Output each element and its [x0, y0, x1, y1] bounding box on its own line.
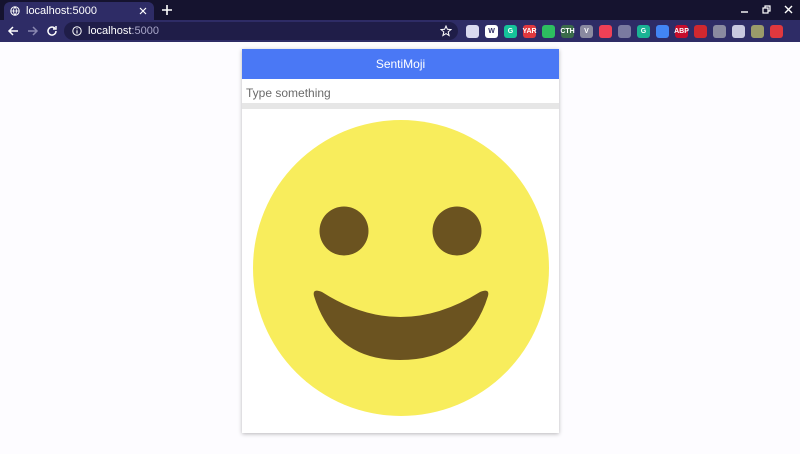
url-host: localhost	[88, 25, 132, 37]
circle-ext-icon[interactable]	[466, 24, 479, 38]
forward-button[interactable]	[26, 24, 40, 38]
new-tab-button[interactable]	[160, 3, 174, 17]
v-ext-icon[interactable]: V	[580, 24, 593, 38]
plus-icon	[162, 5, 172, 15]
reload-icon	[47, 26, 57, 36]
close-icon	[784, 5, 792, 13]
puzzle-ext-icon[interactable]	[732, 24, 745, 38]
tab-strip: localhost:5000	[0, 0, 800, 20]
globe-icon	[10, 6, 20, 16]
bookmark-star-icon[interactable]	[440, 25, 452, 37]
abp-ext-icon[interactable]: ABP	[674, 24, 689, 38]
minimize-button[interactable]	[738, 3, 750, 15]
extensions-area: W G YAR CTH V G ABP	[466, 23, 783, 39]
tab-close-icon[interactable]	[138, 6, 148, 16]
restore-icon	[761, 4, 771, 14]
w-ext-icon[interactable]: W	[485, 24, 498, 38]
cast-ext-icon[interactable]	[618, 24, 631, 38]
info-icon[interactable]	[72, 26, 82, 36]
yar-ext-icon[interactable]: YAR	[522, 24, 537, 38]
browser-toolbar: localhost:5000 W G YAR CTH V G ABP	[0, 20, 800, 42]
pocket-ext-icon[interactable]	[599, 24, 612, 38]
reload-button[interactable]	[45, 24, 59, 38]
input-divider	[242, 103, 559, 109]
browser-tab[interactable]: localhost:5000	[4, 2, 154, 20]
evernote-ext-icon[interactable]	[542, 24, 555, 38]
app-card: SentiMoji	[242, 49, 559, 433]
back-button[interactable]	[6, 24, 20, 38]
avatar-ext-icon[interactable]	[751, 24, 764, 38]
tab-title: localhost:5000	[26, 5, 97, 17]
grammarly-ext-icon[interactable]: G	[504, 24, 517, 38]
address-bar[interactable]: localhost:5000	[64, 22, 458, 40]
minimize-icon	[740, 10, 748, 13]
emoji-display	[242, 110, 559, 433]
cth-ext-icon[interactable]: CTH	[560, 24, 575, 38]
emoji-left-eye	[319, 206, 369, 256]
window-controls	[738, 3, 794, 15]
screenshot-ext-icon[interactable]	[713, 24, 726, 38]
translate-ext-icon[interactable]: G	[637, 24, 650, 38]
close-window-button[interactable]	[782, 3, 794, 15]
emoji-face	[253, 120, 549, 416]
restore-button[interactable]	[760, 3, 772, 15]
red-ext-icon[interactable]	[770, 24, 783, 38]
app-title: SentiMoji	[375, 57, 426, 71]
arrow-left-icon	[7, 26, 18, 36]
page-viewport: SentiMoji	[0, 42, 800, 454]
smiley-face-emoji	[253, 120, 549, 416]
refresh-ext-icon[interactable]	[656, 24, 669, 38]
emoji-right-eye	[432, 206, 482, 256]
app-header: SentiMoji	[242, 49, 559, 79]
pdf-ext-icon[interactable]	[694, 24, 707, 38]
text-input[interactable]	[244, 83, 557, 103]
arrow-right-icon	[28, 26, 39, 36]
url-port: :5000	[131, 25, 159, 37]
